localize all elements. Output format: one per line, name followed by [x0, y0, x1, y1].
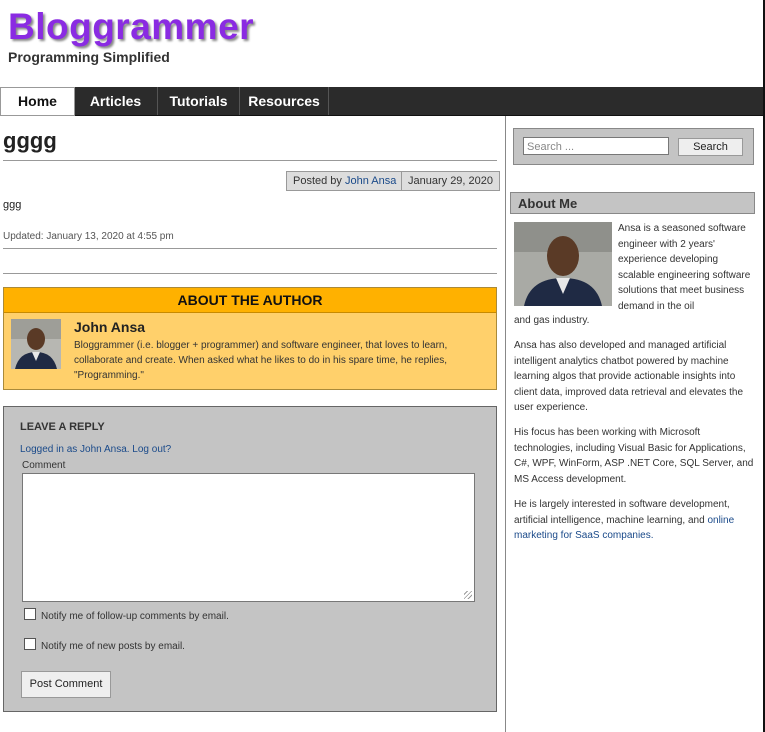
- post-title: gggg: [3, 128, 57, 153]
- about-me-paragraph: He is largely interested in software dev…: [514, 497, 756, 544]
- notify-posts-label[interactable]: Notify me of new posts by email.: [41, 641, 185, 652]
- about-me-paragraph: and gas industry.: [514, 315, 590, 326]
- notify-posts-checkbox[interactable]: [24, 638, 36, 650]
- about-author-box: ABOUT THE AUTHOR John Ansa Bloggrammer (…: [3, 287, 497, 390]
- post-body: ggg: [3, 199, 22, 211]
- notify-comments-label[interactable]: Notify me of follow-up comments by email…: [41, 611, 229, 622]
- nav-articles[interactable]: Articles: [74, 87, 158, 115]
- nav-resources[interactable]: Resources: [240, 87, 329, 115]
- site-tagline: Programming Simplified: [8, 49, 170, 65]
- updated-timestamp: Updated: January 13, 2020 at 4:55 pm: [3, 231, 174, 242]
- divider: [3, 273, 497, 274]
- resize-grip-icon[interactable]: [464, 591, 472, 599]
- search-input[interactable]: Search ...: [523, 137, 669, 155]
- reply-form: LEAVE A REPLY Logged in as John Ansa. Lo…: [3, 406, 497, 712]
- about-me-paragraph: Ansa has also developed and managed arti…: [514, 340, 744, 414]
- author-avatar: [11, 319, 61, 369]
- posted-by-badge: Posted by John Ansa: [286, 171, 404, 191]
- author-name: John Ansa: [74, 319, 146, 335]
- author-bio: Bloggrammer (i.e. blogger + programmer) …: [74, 340, 448, 381]
- notify-comments-checkbox[interactable]: [24, 608, 36, 620]
- nav-home[interactable]: Home: [0, 87, 75, 116]
- search-widget: Search ... Search: [513, 128, 754, 165]
- comment-label: Comment: [22, 460, 66, 471]
- about-me-text: He is largely interested in software dev…: [514, 499, 730, 526]
- nav-tutorials[interactable]: Tutorials: [158, 87, 240, 115]
- about-author-header: ABOUT THE AUTHOR: [4, 288, 496, 313]
- divider: [3, 248, 497, 249]
- post-date: January 29, 2020: [401, 171, 501, 191]
- main-nav: Home Articles Tutorials Resources: [0, 87, 763, 116]
- about-me-photo: [514, 222, 612, 306]
- reply-title: LEAVE A REPLY: [20, 421, 105, 433]
- about-me-paragraph: Ansa is a seasoned software engineer wit…: [618, 223, 751, 312]
- site-title[interactable]: Bloggrammer: [8, 6, 254, 48]
- about-me-paragraph: His focus has been working with Microsof…: [514, 427, 754, 485]
- search-button[interactable]: Search: [678, 138, 743, 156]
- posted-by-label: Posted by: [293, 175, 342, 187]
- column-divider: [505, 116, 506, 732]
- post-comment-button[interactable]: Post Comment: [21, 671, 111, 698]
- divider: [3, 160, 497, 161]
- logged-in-link[interactable]: Logged in as John Ansa. Log out?: [20, 444, 171, 455]
- about-me-heading: About Me: [510, 192, 755, 214]
- comment-textarea[interactable]: [22, 473, 475, 602]
- author-link[interactable]: John Ansa: [345, 175, 396, 187]
